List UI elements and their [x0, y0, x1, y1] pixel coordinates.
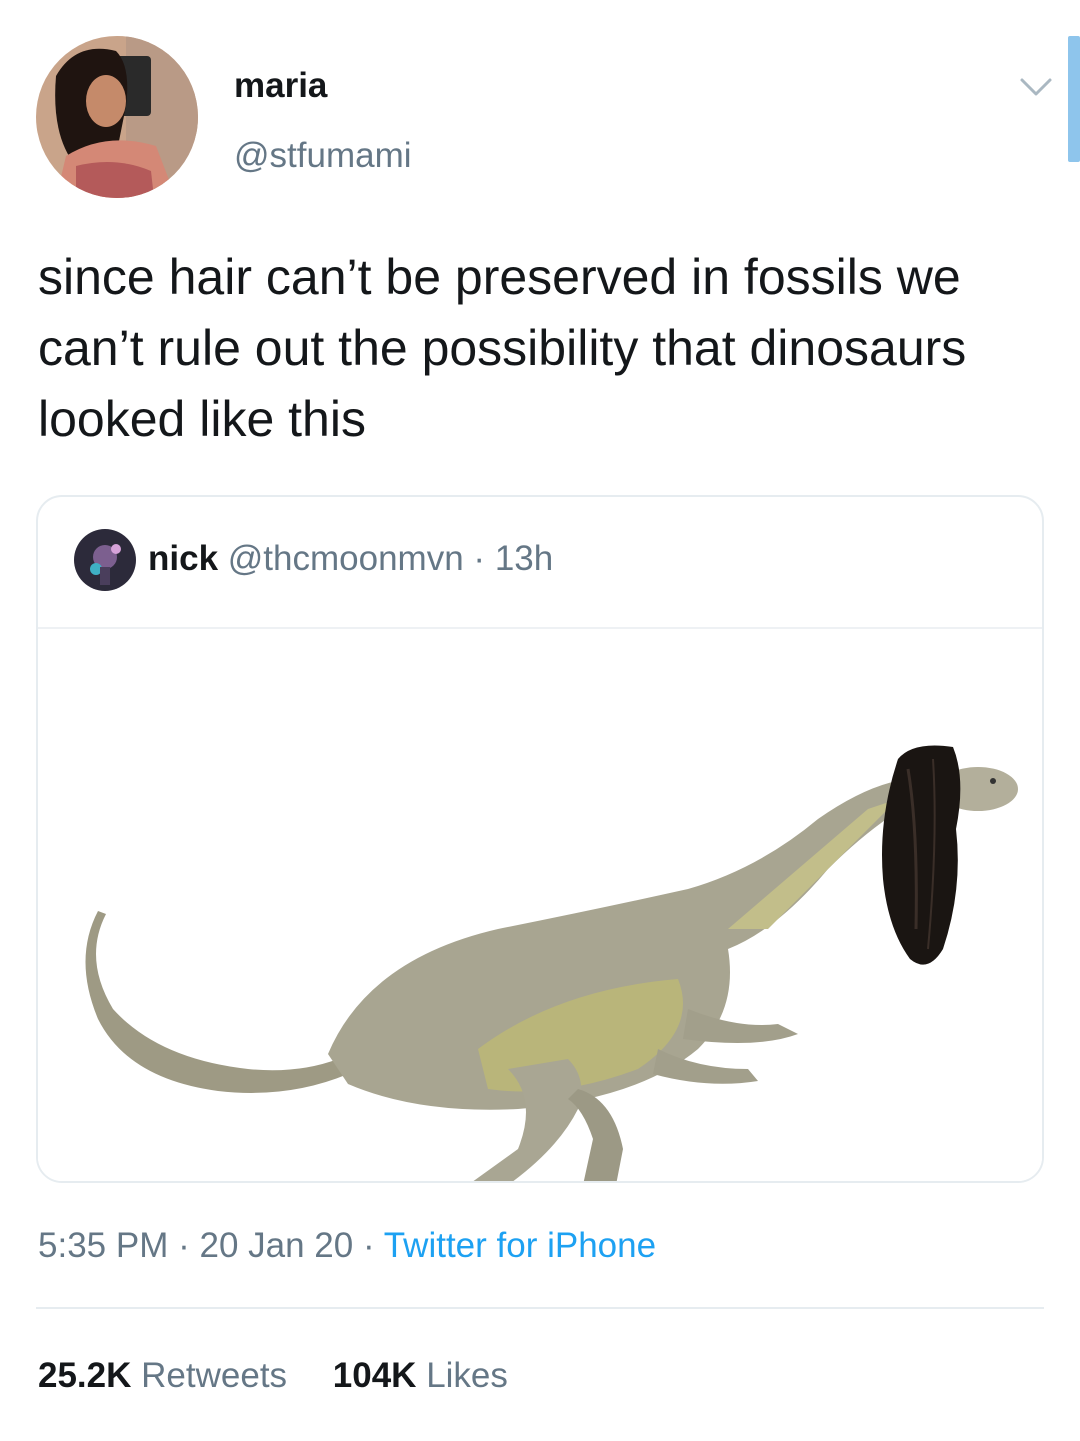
tweet-text: since hair can’t be preserved in fossils… [38, 249, 967, 447]
tweet-date[interactable]: 20 Jan 20 [199, 1226, 353, 1265]
likes-stat[interactable]: 104K Likes [333, 1356, 508, 1395]
quoted-tweet-header: nick @thcmoonmvn · 13h [38, 497, 1042, 629]
divider [36, 1307, 1044, 1309]
separator: · [362, 1226, 375, 1265]
tweet-stats: 25.2K Retweets 104K Likes [38, 1356, 508, 1396]
retweets-count: 25.2K [38, 1356, 132, 1395]
separator: · [178, 1226, 190, 1265]
scrollbar[interactable] [1068, 36, 1080, 162]
tweet-source-link[interactable]: Twitter for iPhone [384, 1226, 656, 1265]
quoted-display-name[interactable]: nick [148, 539, 218, 578]
tweet-header: maria @stfumami [36, 36, 1052, 200]
likes-label: Likes [426, 1356, 508, 1395]
quoted-timestamp[interactable]: 13h [495, 539, 553, 578]
quoted-byline: nick @thcmoonmvn · 13h [148, 539, 553, 579]
tweet-time[interactable]: 5:35 PM [38, 1226, 168, 1265]
retweets-label: Retweets [141, 1356, 288, 1395]
avatar[interactable] [36, 36, 198, 198]
tweet-meta: 5:35 PM · 20 Jan 20 · Twitter for iPhone [38, 1226, 656, 1266]
likes-count: 104K [332, 1356, 417, 1395]
quoted-media-image[interactable] [38, 629, 1042, 1181]
quoted-avatar [74, 529, 136, 591]
quoted-handle[interactable]: @thcmoonmvn [228, 539, 464, 578]
author-handle[interactable]: @stfumami [234, 136, 412, 176]
author-display-name[interactable]: maria [234, 66, 327, 106]
chevron-down-icon[interactable] [1016, 66, 1056, 106]
separator: · [473, 539, 486, 578]
quoted-tweet-card[interactable]: nick @thcmoonmvn · 13h [36, 495, 1044, 1183]
retweets-stat[interactable]: 25.2K Retweets [38, 1356, 297, 1395]
